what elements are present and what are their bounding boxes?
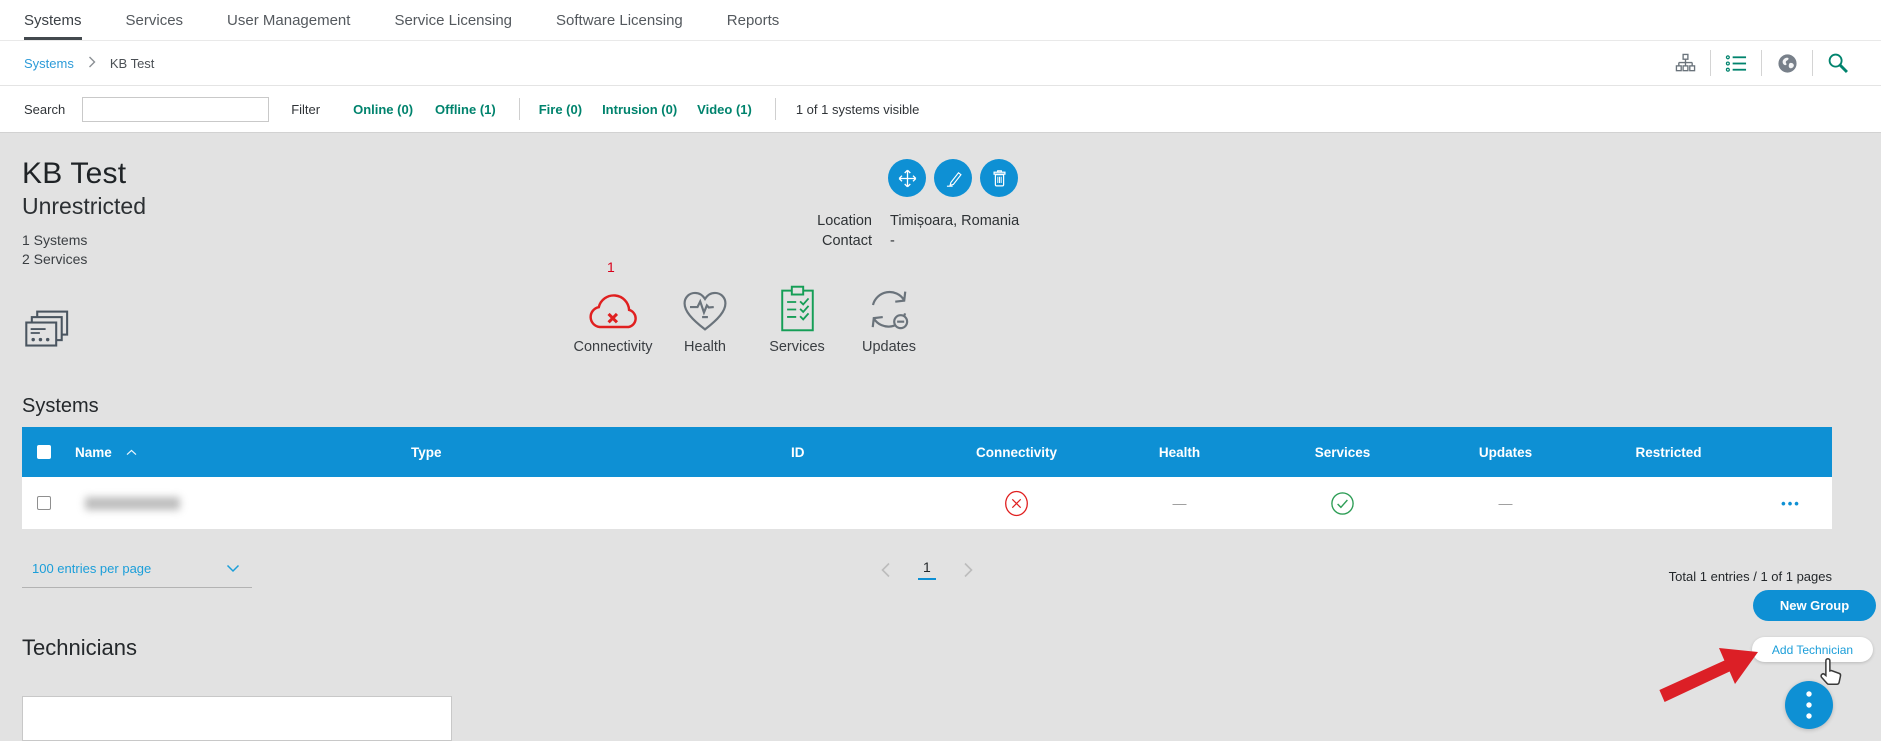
tab-systems[interactable]: Systems <box>24 0 82 40</box>
filter-fire[interactable]: Fire (0) <box>539 102 582 117</box>
notes-cards-icon[interactable] <box>24 309 70 356</box>
row-checkbox[interactable] <box>37 496 51 510</box>
connectivity-error-icon <box>1003 489 1030 518</box>
group-restriction: Unrestricted <box>22 193 146 220</box>
updates-sync-icon <box>864 287 914 333</box>
next-page-icon[interactable] <box>963 562 974 578</box>
tab-user-management[interactable]: User Management <box>227 0 350 40</box>
group-title: KB Test <box>22 157 146 191</box>
status-connectivity[interactable]: 1 Connectivity <box>567 259 659 355</box>
page-navigation: 1 <box>880 559 974 580</box>
search-input[interactable] <box>82 97 269 122</box>
tab-software-licensing[interactable]: Software Licensing <box>556 0 683 40</box>
filter-divider <box>775 98 776 120</box>
group-header: KB Test Unrestricted 1 Systems 2 Service… <box>0 133 1881 391</box>
status-updates[interactable]: Updates <box>843 259 935 355</box>
column-header-health[interactable]: Health <box>1098 445 1261 460</box>
column-header-restricted[interactable]: Restricted <box>1587 445 1750 460</box>
systems-table-header: Name Type ID Connectivity Health Service… <box>22 427 1832 477</box>
connectivity-error-badge: 1 <box>607 259 615 275</box>
contact-label: Contact <box>745 233 872 249</box>
breadcrumb-chevron-icon <box>88 56 96 71</box>
updates-none-value: — <box>1499 495 1513 511</box>
sort-asc-icon <box>126 449 137 456</box>
status-label: Services <box>769 339 825 355</box>
toolbar-divider <box>1812 50 1813 76</box>
services-clipboard-icon <box>778 284 817 333</box>
services-count: 2 Services <box>22 250 146 269</box>
new-group-button[interactable]: New Group <box>1753 590 1876 621</box>
tab-reports[interactable]: Reports <box>727 0 780 40</box>
search-icon[interactable] <box>1821 50 1855 76</box>
filter-divider <box>519 98 520 120</box>
more-actions-fab[interactable] <box>1785 681 1833 729</box>
pagination-zone: 100 entries per page 1 Total 1 entries /… <box>0 529 1881 601</box>
view-toolbar <box>1668 50 1855 76</box>
previous-page-icon[interactable] <box>880 562 891 578</box>
current-page[interactable]: 1 <box>918 559 936 580</box>
group-counts: 1 Systems 2 Services <box>22 231 146 269</box>
top-navigation: Systems Services User Management Service… <box>0 0 1881 41</box>
systems-section-title: Systems <box>22 395 1881 418</box>
status-health[interactable]: Health <box>659 259 751 355</box>
group-identity: KB Test Unrestricted 1 Systems 2 Service… <box>22 157 146 269</box>
redacted-name-cell <box>85 497 180 510</box>
toolbar-divider <box>1761 50 1762 76</box>
location-contact-block: Location Timișoara, Romania Contact - <box>745 213 1019 249</box>
edit-group-button[interactable] <box>934 159 972 197</box>
filter-video[interactable]: Video (1) <box>697 102 752 117</box>
services-ok-icon <box>1330 491 1355 516</box>
add-technician-button[interactable]: Add Technician <box>1752 637 1873 662</box>
filter-online[interactable]: Online (0) <box>353 102 413 117</box>
systems-visible-summary: 1 of 1 systems visible <box>796 102 920 117</box>
column-header-services[interactable]: Services <box>1261 445 1424 460</box>
breadcrumb-current: KB Test <box>110 56 155 71</box>
breadcrumb: Systems KB Test <box>24 56 154 71</box>
column-header-connectivity[interactable]: Connectivity <box>935 445 1098 460</box>
filter-intrusion[interactable]: Intrusion (0) <box>602 102 677 117</box>
remote-portal-screen: Systems Services User Management Service… <box>0 0 1881 737</box>
column-header-updates[interactable]: Updates <box>1424 445 1587 460</box>
select-all-checkbox[interactable] <box>37 445 51 459</box>
group-action-buttons <box>888 159 1018 197</box>
hierarchy-view-icon[interactable] <box>1668 50 1702 76</box>
delete-group-button[interactable] <box>980 159 1018 197</box>
column-header-name[interactable]: Name <box>66 445 402 460</box>
cloud-error-icon <box>585 286 641 333</box>
column-header-type[interactable]: Type <box>402 445 782 460</box>
breadcrumb-systems-link[interactable]: Systems <box>24 56 74 71</box>
systems-count: 1 Systems <box>22 231 146 250</box>
health-none-value: — <box>1173 495 1187 511</box>
globe-map-icon[interactable] <box>1770 50 1804 76</box>
systems-table: Name Type ID Connectivity Health Service… <box>22 427 1832 529</box>
health-heart-icon <box>680 287 730 333</box>
move-group-button[interactable] <box>888 159 926 197</box>
filter-label: Filter <box>291 102 320 117</box>
status-label: Connectivity <box>574 339 653 355</box>
column-header-id[interactable]: ID <box>782 445 935 460</box>
filter-bar: Search Filter Online (0) Offline (1) Fir… <box>0 85 1881 133</box>
status-overview: 1 Connectivity Health <box>567 259 935 355</box>
location-value: Timișoara, Romania <box>890 213 1019 229</box>
tab-service-licensing[interactable]: Service Licensing <box>394 0 512 40</box>
technicians-panel <box>22 696 452 741</box>
filter-offline[interactable]: Offline (1) <box>435 102 496 117</box>
pagination-total: Total 1 entries / 1 of 1 pages <box>1669 569 1832 584</box>
status-services[interactable]: Services <box>751 259 843 355</box>
status-label: Health <box>684 339 726 355</box>
tab-services[interactable]: Services <box>126 0 184 40</box>
location-label: Location <box>745 213 872 229</box>
list-view-icon[interactable] <box>1719 50 1753 76</box>
status-label: Updates <box>862 339 916 355</box>
kebab-menu-icon <box>1804 690 1814 720</box>
toolbar-divider <box>1710 50 1711 76</box>
system-table-row[interactable]: — — ••• <box>22 477 1832 529</box>
chevron-down-icon <box>226 564 240 573</box>
entries-per-page-select[interactable]: 100 entries per page <box>22 555 252 588</box>
breadcrumb-bar: Systems KB Test <box>0 41 1881 85</box>
contact-value: - <box>890 233 1019 249</box>
search-label: Search <box>24 102 65 117</box>
row-menu-dots-icon[interactable]: ••• <box>1781 496 1801 511</box>
technicians-section-title: Technicians <box>22 635 1881 661</box>
